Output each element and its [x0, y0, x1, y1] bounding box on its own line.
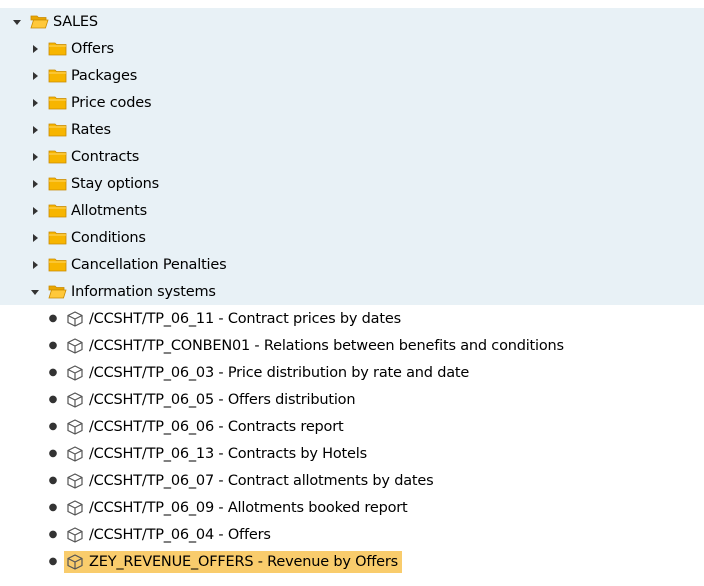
tree-node-label: Conditions — [71, 229, 146, 246]
tree-item-label: ZEY_REVENUE_OFFERS - Revenue by Offers — [89, 553, 398, 570]
tree-item-label: /CCSHT/TP_06_03 - Price distribution by … — [89, 364, 470, 381]
tree-item-transaction[interactable]: ● /CCSHT/TP_06_09 - Allotments booked re… — [0, 494, 704, 521]
tree-item-transaction[interactable]: ● /CCSHT/TP_06_05 - Offers distribution — [0, 386, 704, 413]
tree-item-transaction[interactable]: ● /CCSHT/TP_06_13 - Contracts by Hotels — [0, 440, 704, 467]
cube-icon — [67, 445, 83, 462]
selection-highlight[interactable]: ZEY_REVENUE_OFFERS - Revenue by Offers — [64, 550, 402, 573]
tree-item-label: /CCSHT/TP_06_07 - Contract allotments by… — [89, 472, 434, 489]
triangle-down-icon[interactable] — [12, 17, 22, 27]
tree-item-transaction[interactable]: ● /CCSHT/TP_06_04 - Offers — [0, 521, 704, 548]
bullet-icon: ● — [48, 340, 58, 351]
cube-icon — [67, 499, 83, 516]
triangle-right-icon[interactable] — [30, 179, 40, 189]
folder-icon — [48, 231, 67, 245]
tree-node-label: Price codes — [71, 94, 152, 111]
tree-node-label: Cancellation Penalties — [71, 256, 227, 273]
triangle-right-icon[interactable] — [30, 206, 40, 216]
bullet-icon: ● — [48, 475, 58, 486]
open-folder-icon — [48, 285, 67, 299]
tree-node-label: Offers — [71, 40, 114, 57]
tree-node-label: Contracts — [71, 148, 140, 165]
cube-icon — [67, 337, 83, 354]
cube-icon — [67, 526, 83, 543]
folder-icon — [48, 123, 67, 137]
tree-item-transaction[interactable]: ● /CCSHT/TP_06_06 - Contracts report — [0, 413, 704, 440]
bullet-icon: ● — [48, 502, 58, 513]
tree-node-information-systems[interactable]: Information systems — [0, 278, 704, 305]
triangle-right-icon[interactable] — [30, 260, 40, 270]
folder-icon — [48, 42, 67, 56]
folder-icon — [48, 69, 67, 83]
tree-node-label: Allotments — [71, 202, 148, 219]
triangle-right-icon[interactable] — [30, 233, 40, 243]
triangle-right-icon[interactable] — [30, 125, 40, 135]
bullet-icon: ● — [48, 367, 58, 378]
tree-item-label: /CCSHT/TP_06_06 - Contracts report — [89, 418, 344, 435]
tree-node-cancellation-penalties[interactable]: Cancellation Penalties — [0, 251, 704, 278]
folder-icon — [48, 204, 67, 218]
cube-icon — [67, 472, 83, 489]
tree-node-offers[interactable]: Offers — [0, 35, 704, 62]
tree-node-label: SALES — [53, 13, 98, 30]
tree-node-label: Stay options — [71, 175, 159, 192]
tree-item-transaction[interactable]: ● /CCSHT/TP_CONBEN01 - Relations between… — [0, 332, 704, 359]
triangle-right-icon[interactable] — [30, 98, 40, 108]
sales-menu-tree: SALES Offers Packages Price codes Rates … — [0, 0, 704, 586]
tree-node-packages[interactable]: Packages — [0, 62, 704, 89]
tree-node-conditions[interactable]: Conditions — [0, 224, 704, 251]
cube-icon — [67, 553, 83, 570]
folder-icon — [48, 150, 67, 164]
tree-item-transaction[interactable]: ● /CCSHT/TP_06_11 - Contract prices by d… — [0, 305, 704, 332]
bullet-icon: ● — [48, 394, 58, 405]
folder-icon — [48, 258, 67, 272]
tree-node-rates[interactable]: Rates — [0, 116, 704, 143]
tree-node-label: Information systems — [71, 283, 216, 300]
tree-node-allotments[interactable]: Allotments — [0, 197, 704, 224]
tree-node-label: Rates — [71, 121, 111, 138]
tree-item-transaction-selected[interactable]: ● ZEY_REVENUE_OFFERS - Revenue by Offers — [0, 548, 704, 575]
bullet-icon: ● — [48, 529, 58, 540]
tree-node-contracts[interactable]: Contracts — [0, 143, 704, 170]
triangle-right-icon[interactable] — [30, 44, 40, 54]
tree-node-stay-options[interactable]: Stay options — [0, 170, 704, 197]
tree-node-label: Packages — [71, 67, 138, 84]
tree-item-transaction[interactable]: ● /CCSHT/TP_06_03 - Price distribution b… — [0, 359, 704, 386]
tree-item-label: /CCSHT/TP_06_04 - Offers — [89, 526, 271, 543]
triangle-right-icon[interactable] — [30, 71, 40, 81]
cube-icon — [67, 391, 83, 408]
triangle-right-icon[interactable] — [30, 152, 40, 162]
tree-item-label: /CCSHT/TP_06_05 - Offers distribution — [89, 391, 356, 408]
cube-icon — [67, 364, 83, 381]
cube-icon — [67, 418, 83, 435]
bullet-icon: ● — [48, 313, 58, 324]
bullet-icon: ● — [48, 448, 58, 459]
tree-item-label: /CCSHT/TP_06_09 - Allotments booked repo… — [89, 499, 408, 516]
tree-item-label: /CCSHT/TP_CONBEN01 - Relations between b… — [89, 337, 564, 354]
triangle-down-icon[interactable] — [30, 287, 40, 297]
folder-icon — [48, 177, 67, 191]
tree-node-sales[interactable]: SALES — [0, 8, 704, 35]
bullet-icon: ● — [48, 421, 58, 432]
tree-item-transaction[interactable]: ● /CCSHT/TP_06_07 - Contract allotments … — [0, 467, 704, 494]
folder-icon — [48, 96, 67, 110]
bullet-icon: ● — [48, 556, 58, 567]
tree-item-label: /CCSHT/TP_06_11 - Contract prices by dat… — [89, 310, 401, 327]
tree-item-label: /CCSHT/TP_06_13 - Contracts by Hotels — [89, 445, 367, 462]
cube-icon — [67, 310, 83, 327]
open-folder-icon — [30, 15, 49, 29]
tree-node-price-codes[interactable]: Price codes — [0, 89, 704, 116]
